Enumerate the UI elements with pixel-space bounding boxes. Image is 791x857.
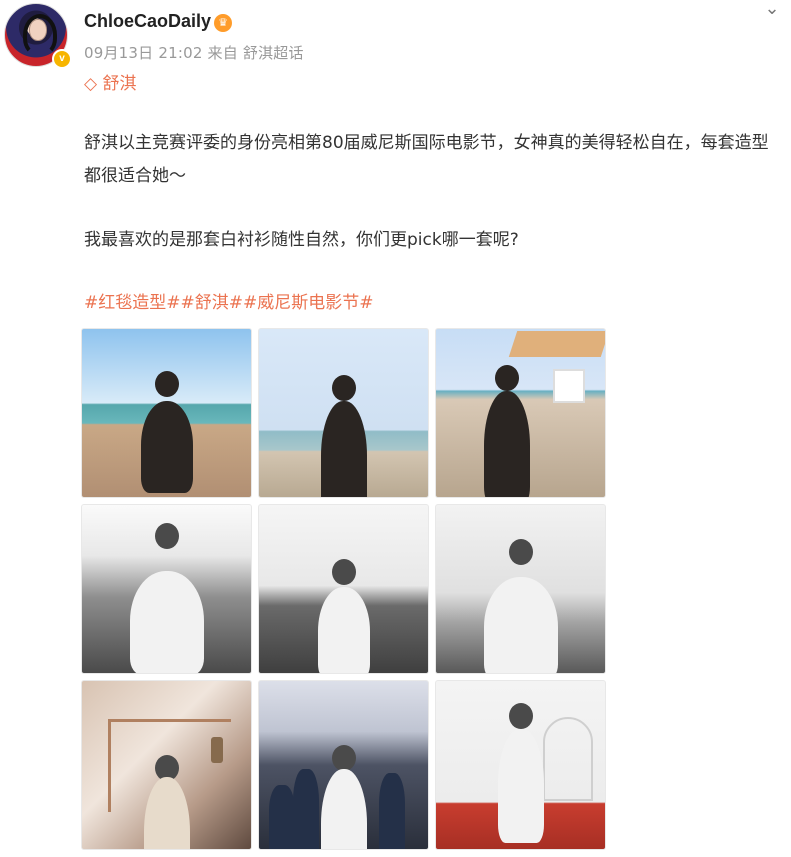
hashtags[interactable]: #红毯造型##舒淇##威尼斯电影节# <box>84 288 373 313</box>
person-head-icon <box>154 523 179 549</box>
topic-link[interactable]: ◇ 舒淇 <box>84 69 136 94</box>
avatar-face-icon <box>29 19 47 41</box>
verified-badge-icon: v <box>52 49 72 69</box>
photo-2[interactable] <box>258 328 429 498</box>
person-head-icon <box>154 371 179 397</box>
person-head-icon <box>508 703 533 729</box>
person-body-icon <box>497 729 544 843</box>
person-body-icon <box>317 587 370 673</box>
person-body-icon <box>129 571 204 673</box>
umbrella-icon <box>508 331 605 357</box>
lifeguard-tower-icon <box>553 369 585 403</box>
person-body-icon <box>483 577 558 673</box>
person-body-icon <box>140 401 193 493</box>
crown-badge-icon: ♛ <box>214 14 232 32</box>
person-body-icon <box>320 401 367 497</box>
post-meta: 09月13日 21:02 来自 舒淇超话 <box>84 44 304 62</box>
username[interactable]: ChloeCaoDaily <box>84 11 211 32</box>
person-head-icon <box>494 365 519 391</box>
photo-6[interactable] <box>435 504 606 674</box>
crowd-icon <box>379 773 405 849</box>
photo-4[interactable] <box>81 504 252 674</box>
photo-5[interactable] <box>258 504 429 674</box>
person-body-icon <box>320 769 367 849</box>
person-head-icon <box>508 539 533 565</box>
person-head-icon <box>331 745 356 771</box>
post-paragraph-2: 我最喜欢的是那套白衬衫随性自然，你们更pick哪一套呢? <box>84 230 519 250</box>
photo-grid <box>81 328 610 854</box>
poster-logo-icon <box>543 717 593 801</box>
photo-9[interactable] <box>435 680 606 850</box>
photo-3[interactable] <box>435 328 606 498</box>
crowd-icon <box>293 769 319 849</box>
photo-8[interactable] <box>258 680 429 850</box>
photo-7[interactable] <box>81 680 252 850</box>
topic-label: 舒淇 <box>102 74 137 94</box>
photo-1[interactable] <box>81 328 252 498</box>
post-paragraph-1: 舒淇以主竞赛评委的身份亮相第80届威尼斯国际电影节，女神真的美得轻松自在，每套造… <box>84 133 769 186</box>
lamp-icon <box>211 737 223 763</box>
person-head-icon <box>331 375 356 401</box>
person-body-icon <box>483 391 530 497</box>
chevron-down-icon[interactable]: ⌄ <box>763 0 781 18</box>
person-head-icon <box>331 559 356 585</box>
crowd-icon <box>269 785 295 849</box>
